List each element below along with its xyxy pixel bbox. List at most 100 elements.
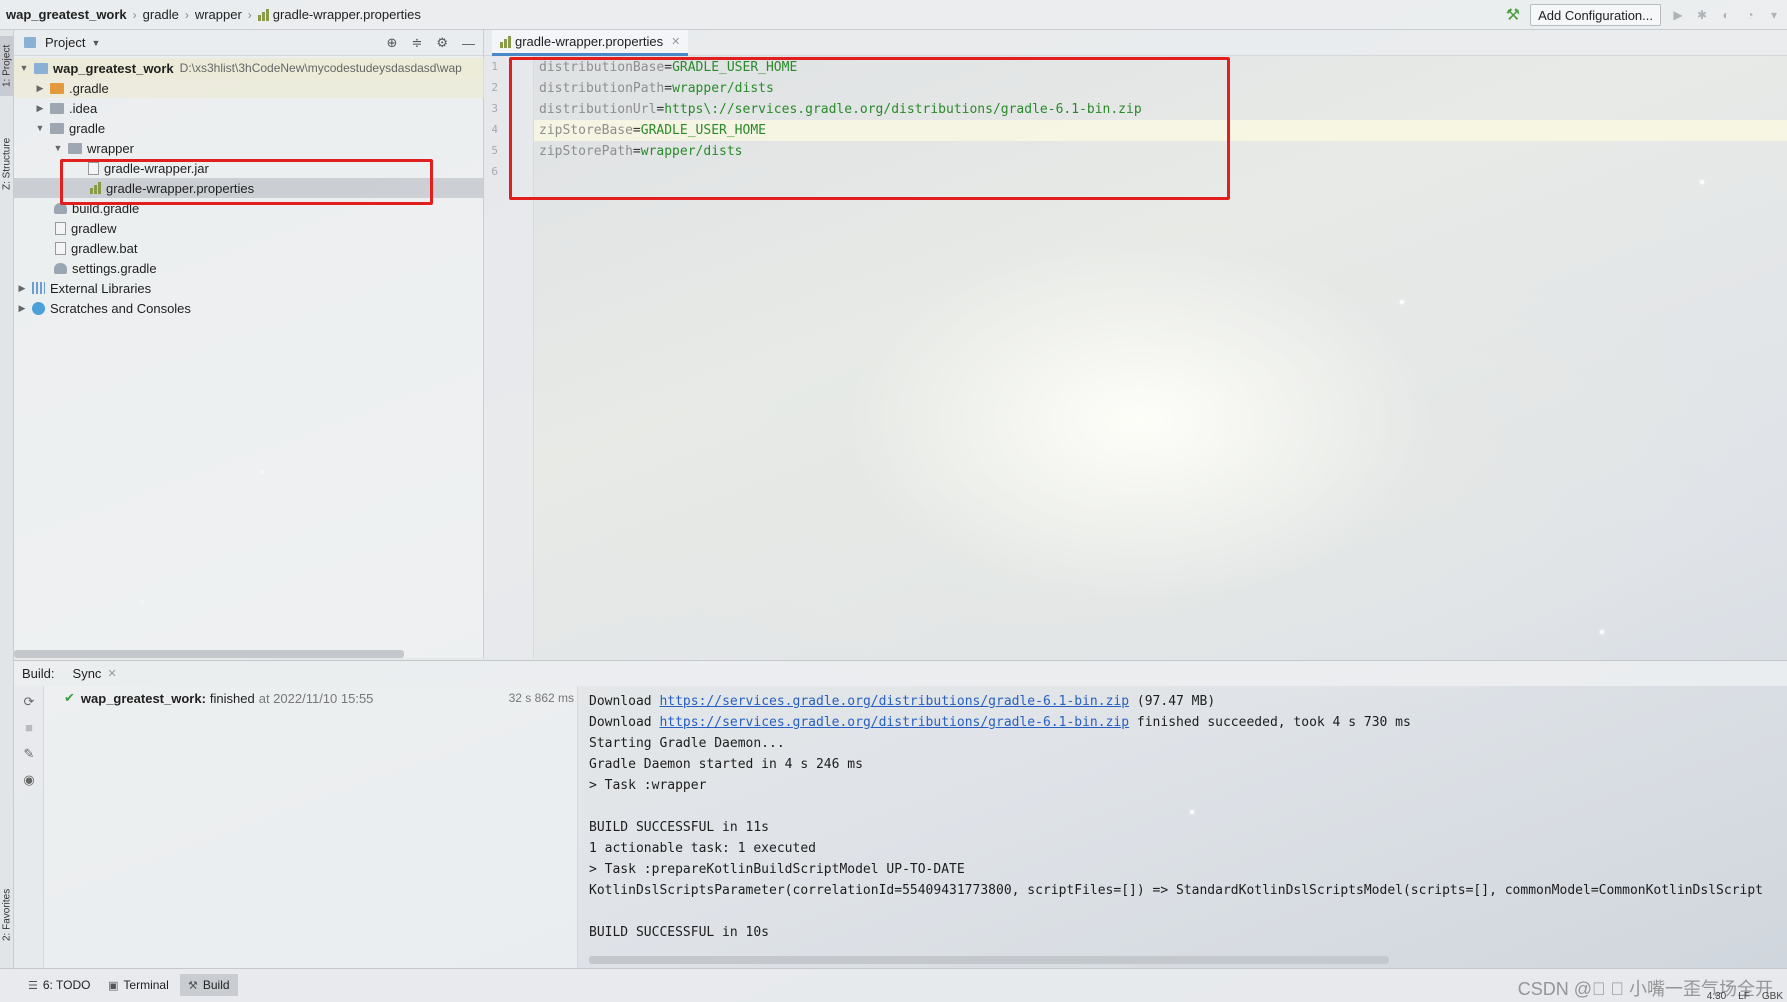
editor-tab-bar: gradle-wrapper.properties ✕ bbox=[484, 30, 1787, 56]
tree-item-idea[interactable]: ▶ .idea bbox=[14, 98, 484, 118]
expand-arrow-icon[interactable]: ▶ bbox=[34, 103, 46, 114]
code-line[interactable]: distributionPath=wrapper/dists bbox=[539, 78, 774, 99]
profile-icon[interactable]: ◔ bbox=[1743, 8, 1757, 22]
collapse-all-icon[interactable]: ≑ bbox=[411, 35, 422, 51]
download-link[interactable]: https://services.gradle.org/distribution… bbox=[659, 694, 1129, 709]
build-actions-toolbar: ⟳ ■ ✎ ◉ bbox=[14, 686, 44, 968]
tree-item-gradlew[interactable]: gradlew bbox=[14, 218, 484, 238]
breadcrumb-gradle[interactable]: gradle bbox=[143, 7, 179, 22]
refresh-icon[interactable]: ⟳ bbox=[22, 694, 36, 709]
properties-file-icon bbox=[90, 182, 102, 194]
tree-item-build-gradle[interactable]: build.gradle bbox=[14, 198, 484, 218]
file-encoding[interactable]: GBK bbox=[1762, 991, 1783, 1002]
tree-item-scratches[interactable]: ▶ Scratches and Consoles bbox=[14, 298, 484, 318]
favorites-tool-tab[interactable]: 2: Favorites bbox=[0, 875, 14, 955]
horizontal-scrollbar[interactable] bbox=[14, 650, 404, 658]
build-hammer-icon[interactable]: ⚒ bbox=[1506, 5, 1520, 25]
tab-gradle-wrapper-properties[interactable]: gradle-wrapper.properties ✕ bbox=[492, 30, 689, 56]
line-number: 4 bbox=[491, 123, 498, 136]
tree-item-wrapper-jar[interactable]: gradle-wrapper.jar bbox=[14, 158, 484, 178]
project-panel-header: Project ▼ ⊕ ≑ ⚙ — bbox=[14, 30, 483, 56]
locate-file-icon[interactable]: ⊕ bbox=[387, 35, 398, 51]
property-value: wrapper/dists bbox=[640, 144, 743, 159]
property-key: distributionUrl bbox=[539, 102, 657, 117]
code-line[interactable]: distributionUrl=https\://services.gradle… bbox=[539, 99, 1142, 120]
tab-sync[interactable]: Sync ✕ bbox=[73, 666, 117, 681]
stop-icon[interactable]: ■ bbox=[22, 720, 36, 735]
tree-root-label: wap_greatest_work bbox=[53, 60, 174, 76]
eye-icon[interactable]: ◉ bbox=[22, 772, 36, 787]
tree-item-dot-gradle[interactable]: ▶ .gradle bbox=[14, 78, 484, 98]
download-link[interactable]: https://services.gradle.org/distribution… bbox=[659, 715, 1129, 730]
console-text: finished succeeded, took 4 s 730 ms bbox=[1129, 715, 1411, 730]
project-view-selector[interactable]: Project bbox=[45, 35, 85, 50]
jar-file-icon bbox=[88, 161, 99, 175]
property-value: https\://services.gradle.org/distributio… bbox=[664, 102, 1142, 117]
project-tool-tab[interactable]: 1: Project bbox=[0, 36, 14, 96]
structure-tool-tab[interactable]: Z: Structure bbox=[0, 124, 14, 204]
expand-arrow-icon[interactable]: ▼ bbox=[52, 143, 64, 153]
code-line-current[interactable]: zipStoreBase=GRADLE_USER_HOME bbox=[534, 120, 1787, 141]
tree-item-label: build.gradle bbox=[72, 200, 140, 216]
line-number: 3 bbox=[491, 102, 498, 115]
console-line: KotlinDslScriptsParameter(correlationId=… bbox=[589, 883, 1763, 898]
tree-item-root[interactable]: ▼ wap_greatest_work D:\xs3hlist\3hCodeNe… bbox=[14, 58, 484, 78]
build-console-output[interactable]: Download https://services.gradle.org/dis… bbox=[578, 686, 1787, 968]
expand-arrow-icon[interactable]: ▶ bbox=[16, 283, 28, 294]
property-key: distributionPath bbox=[539, 81, 665, 96]
build-result-row[interactable]: ✔ wap_greatest_work: finished at 2022/11… bbox=[64, 690, 574, 706]
tree-item-wrapper-properties[interactable]: gradle-wrapper.properties bbox=[14, 178, 484, 198]
tree-item-gradle[interactable]: ▼ gradle bbox=[14, 118, 484, 138]
line-separator[interactable]: LF bbox=[1738, 991, 1750, 1002]
tab-build[interactable]: ⚒ Build bbox=[180, 974, 238, 996]
build-tree: ✔ wap_greatest_work: finished at 2022/11… bbox=[44, 686, 578, 968]
debug-icon[interactable]: ✱ bbox=[1695, 8, 1709, 22]
gear-icon[interactable]: ⚙ bbox=[436, 35, 448, 51]
expand-arrow-icon[interactable]: ▶ bbox=[34, 83, 46, 94]
console-line: BUILD SUCCESSFUL in 10s bbox=[589, 925, 770, 940]
tree-item-settings-gradle[interactable]: settings.gradle bbox=[14, 258, 484, 278]
tree-item-external-libraries[interactable]: ▶ External Libraries bbox=[14, 278, 484, 298]
expand-arrow-icon[interactable]: ▼ bbox=[34, 123, 46, 133]
chevron-down-icon[interactable]: ▾ bbox=[1767, 8, 1781, 22]
tree-item-label: gradle bbox=[69, 120, 106, 136]
minimize-icon[interactable]: — bbox=[462, 36, 475, 51]
script-file-icon bbox=[55, 221, 66, 235]
coverage-icon[interactable]: ◐ bbox=[1719, 8, 1733, 22]
tab-build-label: Build bbox=[202, 978, 230, 992]
breadcrumb-file[interactable]: gradle-wrapper.properties bbox=[257, 7, 421, 22]
tree-item-wrapper[interactable]: ▼ wrapper bbox=[14, 138, 484, 158]
run-icon[interactable]: ▶ bbox=[1671, 8, 1685, 22]
terminal-icon: ▣ bbox=[108, 979, 119, 992]
code-line[interactable]: zipStorePath=wrapper/dists bbox=[539, 141, 743, 162]
tree-item-label: gradle-wrapper.jar bbox=[104, 160, 209, 176]
tab-label: gradle-wrapper.properties bbox=[515, 34, 664, 49]
close-icon[interactable]: ✕ bbox=[671, 35, 680, 48]
breadcrumb-wrapper[interactable]: wrapper bbox=[195, 7, 242, 22]
close-icon[interactable]: ✕ bbox=[107, 667, 116, 680]
expand-arrow-icon[interactable]: ▼ bbox=[18, 63, 30, 73]
module-folder-icon bbox=[34, 62, 48, 74]
left-tool-stripe: 1: Project Z: Structure 2: Favorites bbox=[0, 30, 14, 1002]
project-panel-actions: ⊕ ≑ ⚙ — bbox=[387, 30, 475, 56]
bottom-tool-bar: ☰ 6: TODO ▣ Terminal ⚒ Build CSDN @    小… bbox=[0, 968, 1787, 1002]
tab-terminal[interactable]: ▣ Terminal bbox=[100, 974, 177, 996]
status-bar-right: 4:30 LF GBK bbox=[1707, 991, 1783, 1002]
background-star bbox=[1600, 630, 1604, 634]
pin-icon[interactable]: ✎ bbox=[22, 746, 36, 761]
caret-position[interactable]: 4:30 bbox=[1707, 991, 1726, 1002]
chevron-down-icon[interactable]: ▼ bbox=[91, 38, 100, 48]
line-number: 5 bbox=[491, 144, 498, 157]
breadcrumb-separator: › bbox=[184, 7, 189, 22]
editor-gutter: 1 2 3 4 5 6 bbox=[484, 56, 534, 658]
code-line[interactable]: distributionBase=GRADLE_USER_HOME bbox=[539, 57, 797, 78]
expand-arrow-icon[interactable]: ▶ bbox=[16, 303, 28, 314]
breadcrumb-project[interactable]: wap_greatest_work bbox=[6, 7, 127, 22]
horizontal-scrollbar[interactable] bbox=[589, 956, 1389, 964]
property-value: wrapper/dists bbox=[672, 81, 774, 96]
add-configuration-button[interactable]: Add Configuration... bbox=[1530, 4, 1661, 26]
build-panel-header: Build: Sync ✕ bbox=[14, 660, 1787, 686]
tab-todo[interactable]: ☰ 6: TODO bbox=[20, 974, 98, 996]
property-key: zipStorePath bbox=[539, 144, 633, 159]
tree-item-gradlew-bat[interactable]: gradlew.bat bbox=[14, 238, 484, 258]
